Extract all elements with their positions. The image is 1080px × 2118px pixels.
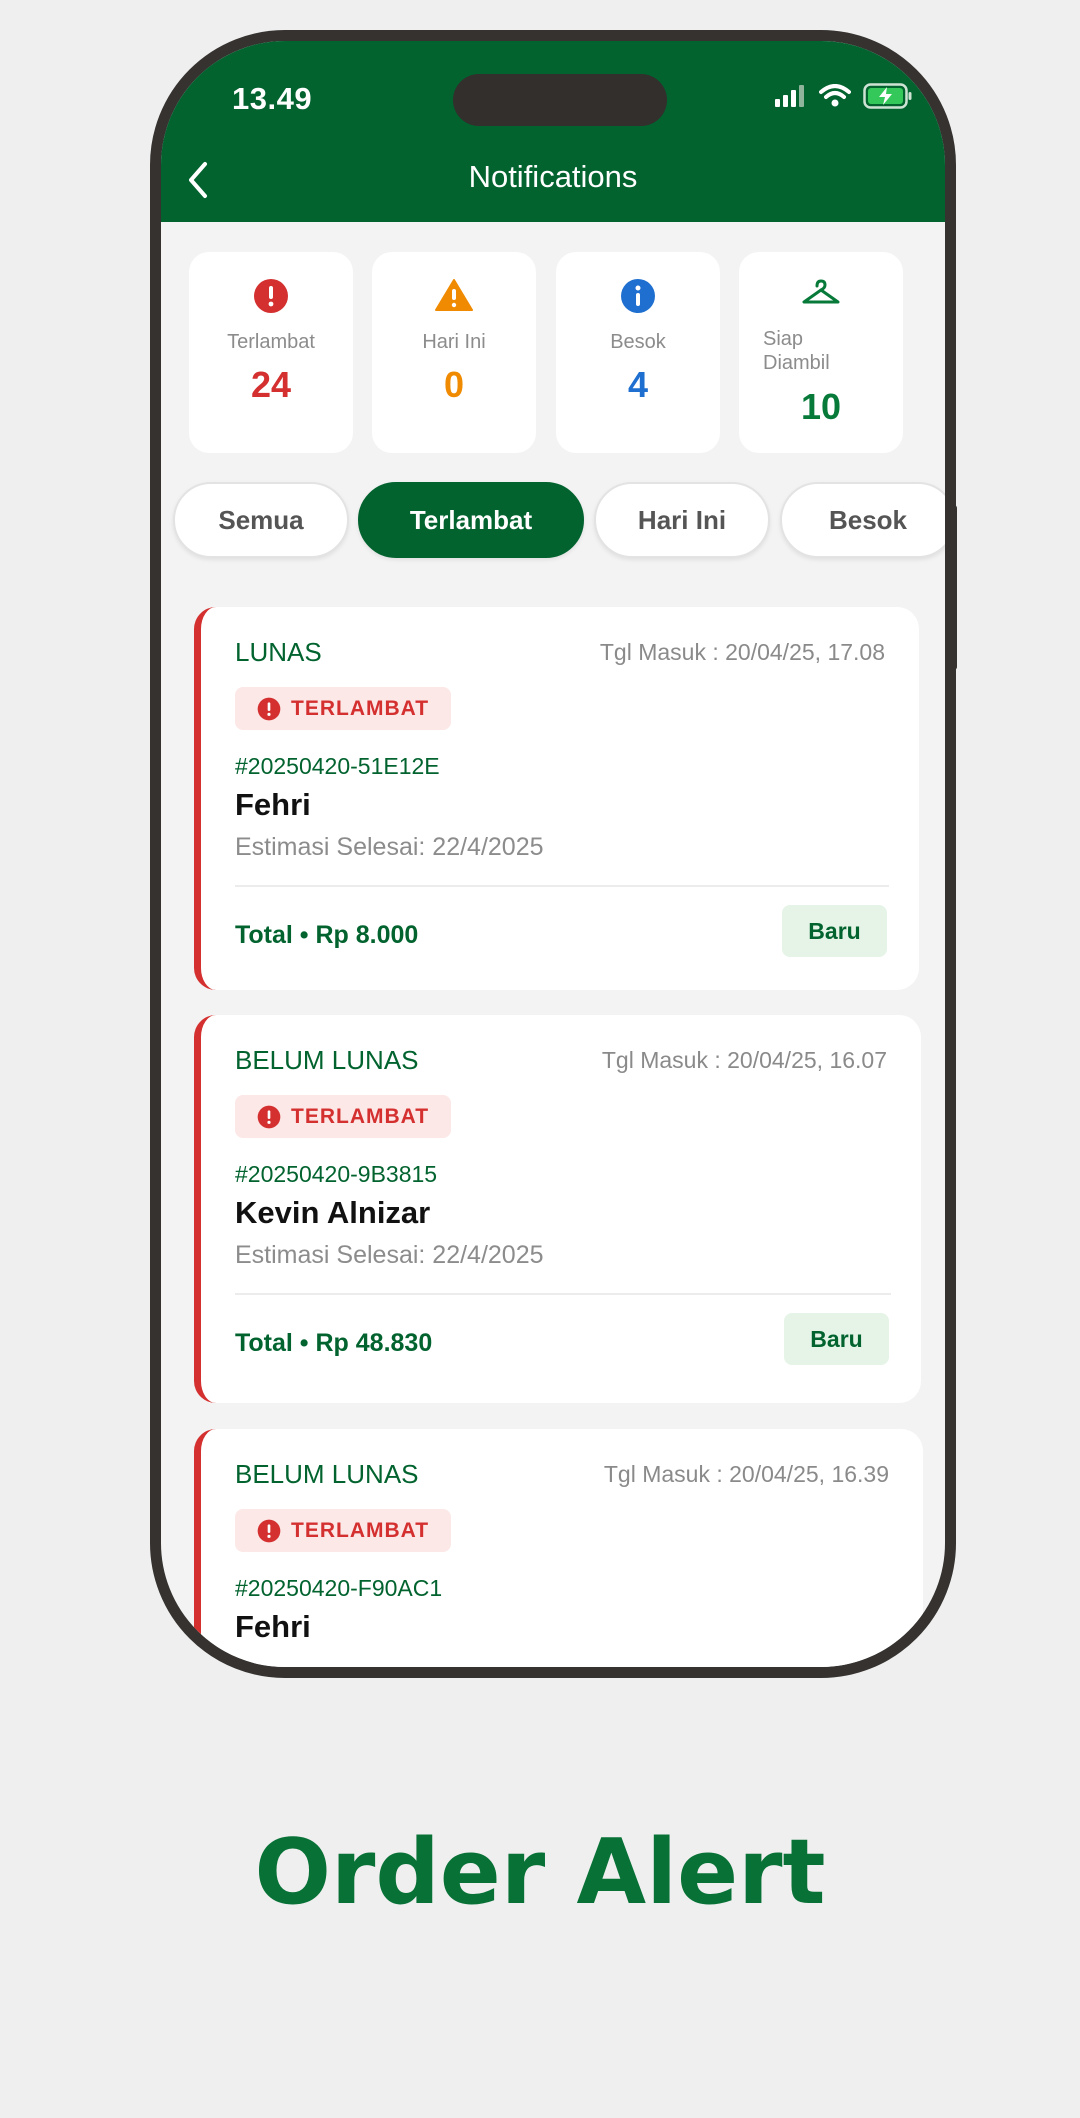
- cellular-signal-icon: [775, 85, 807, 112]
- stat-value: 10: [800, 386, 842, 427]
- app-header: 13.49 Notifications: [161, 41, 945, 222]
- order-id: #20250420-51E12E: [235, 753, 440, 779]
- alert-circle-icon: [257, 1519, 281, 1542]
- order-card[interactable]: BELUM LUNAS Tgl Masuk : 20/04/25, 16.07 …: [194, 1015, 921, 1403]
- stat-label: Hari Ini: [422, 331, 486, 353]
- filter-chip-besok[interactable]: Besok: [780, 482, 945, 558]
- alert-circle-icon: [254, 279, 288, 313]
- stat-card-hari-ini[interactable]: Hari Ini 0: [372, 252, 536, 453]
- order-card[interactable]: BELUM LUNAS Tgl Masuk : 20/04/25, 16.39 …: [194, 1429, 923, 1667]
- status-icons: [775, 83, 913, 114]
- date-in: Tgl Masuk : 20/04/25, 17.08: [599, 639, 885, 665]
- customer-name: Fehri: [235, 787, 311, 822]
- stat-label: Besok: [610, 331, 666, 353]
- phone-frame: 13.49 Notifications Terlambat 24 Hari In…: [150, 30, 956, 1678]
- alert-circle-icon: [257, 1105, 281, 1128]
- payment-status: BELUM LUNAS: [235, 1459, 419, 1489]
- battery-charging-icon: [863, 83, 913, 114]
- order-id: #20250420-F90AC1: [235, 1575, 443, 1601]
- promo-caption: Order Alert: [254, 1820, 826, 1925]
- card-divider: [235, 1293, 891, 1295]
- card-divider: [235, 885, 889, 887]
- estimate-date: Estimasi Selesai: 22/4/2025: [235, 833, 544, 861]
- filter-chip-semua[interactable]: Semua: [173, 482, 349, 558]
- wifi-icon: [819, 84, 851, 113]
- order-total: Total • Rp 48.830: [235, 1329, 433, 1357]
- stat-label: Terlambat: [227, 331, 315, 353]
- order-total: Total • Rp 8.000: [235, 921, 419, 949]
- status-time: 13.49: [232, 81, 313, 116]
- stat-card-siap-diambil[interactable]: Siap Diambil 10: [739, 252, 903, 453]
- dynamic-island: [453, 74, 667, 126]
- stat-card-besok[interactable]: Besok 4: [556, 252, 720, 453]
- late-badge: TERLAMBAT: [235, 1095, 451, 1138]
- late-badge: TERLAMBAT: [235, 687, 451, 730]
- late-badge: TERLAMBAT: [235, 1509, 451, 1552]
- warning-triangle-icon: [435, 279, 473, 311]
- filter-tabs: Semua Terlambat Hari Ini Besok: [173, 482, 945, 562]
- stat-value: 0: [443, 364, 465, 405]
- payment-status: BELUM LUNAS: [235, 1045, 419, 1075]
- order-state-pill: Baru: [784, 1313, 889, 1365]
- hanger-icon: [802, 279, 840, 304]
- customer-name: Kevin Alnizar: [235, 1195, 431, 1230]
- stat-card-terlambat[interactable]: Terlambat 24: [189, 252, 353, 453]
- estimate-date: Estimasi Selesai: 22/4/2025: [235, 1241, 544, 1269]
- order-id: #20250420-9B3815: [235, 1161, 438, 1187]
- date-in: Tgl Masuk : 20/04/25, 16.39: [603, 1461, 889, 1487]
- badge-label: TERLAMBAT: [291, 1104, 430, 1128]
- customer-name: Fehri: [235, 1609, 311, 1644]
- stat-value: 4: [627, 364, 649, 405]
- date-in: Tgl Masuk : 20/04/25, 16.07: [601, 1047, 887, 1073]
- stat-label: Siap Diambil: [763, 328, 830, 374]
- filter-chip-hari-ini[interactable]: Hari Ini: [594, 482, 770, 558]
- stat-value: 24: [250, 364, 292, 405]
- page-title: Notifications: [468, 159, 638, 194]
- filter-chip-terlambat[interactable]: Terlambat: [358, 482, 584, 558]
- order-state-pill: Baru: [782, 905, 887, 957]
- badge-label: TERLAMBAT: [291, 696, 430, 720]
- info-circle-icon: [621, 279, 655, 313]
- payment-status: LUNAS: [235, 637, 322, 667]
- alert-circle-icon: [257, 697, 281, 720]
- order-card[interactable]: LUNAS Tgl Masuk : 20/04/25, 17.08 TERLAM…: [194, 607, 919, 990]
- badge-label: TERLAMBAT: [291, 1518, 430, 1542]
